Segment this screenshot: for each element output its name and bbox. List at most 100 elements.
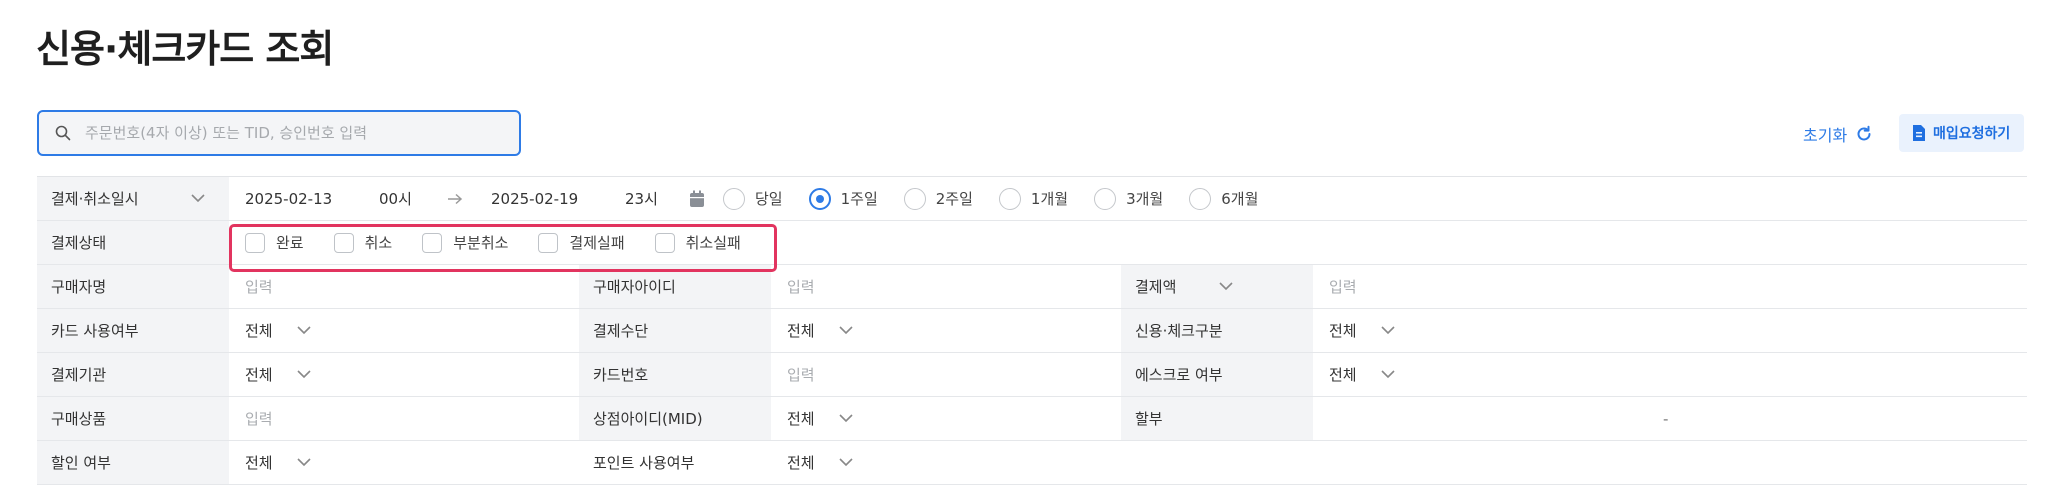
reset-label: 초기화 (1803, 126, 1848, 145)
period-label: 1개월 (1030, 190, 1069, 208)
chevron-down-icon (1381, 370, 1395, 379)
period-label: 3개월 (1126, 190, 1164, 208)
amount-type-select[interactable]: 결제액 (1121, 265, 1313, 308)
buyer-name-input[interactable]: 입력 (229, 265, 579, 308)
chevron-down-icon (1219, 282, 1233, 291)
card-number-input[interactable]: 입력 (771, 353, 1121, 396)
status-option-label: 부분취소 (453, 234, 509, 252)
status-values: 완료 취소 부분취소 결제실패 취소실패 (229, 221, 2027, 264)
period-radio-3month[interactable]: 3개월 (1094, 187, 1164, 210)
chevron-down-icon (1381, 326, 1395, 335)
period-label: 6개월 (1221, 190, 1259, 208)
status-checkbox-payment-fail[interactable]: 결제실패 (538, 232, 625, 253)
select-value: 전체 (1329, 366, 1357, 384)
calendar-icon[interactable] (689, 190, 705, 208)
end-hour-select[interactable]: 23시 (625, 188, 689, 209)
checkbox (422, 232, 443, 253)
radio-circle (998, 187, 1021, 210)
filter-row: 할인 여부 전체 포인트 사용여부 전체 (37, 441, 2027, 485)
amount-input[interactable]: 입력 (1313, 265, 1513, 308)
input-placeholder: 입력 (1329, 278, 1357, 296)
checkbox (654, 232, 675, 253)
status-checkbox-group: 완료 취소 부분취소 결제실패 취소실패 (245, 232, 771, 253)
payment-institution-select[interactable]: 전체 (229, 353, 579, 396)
status-option-label: 취소실패 (685, 234, 741, 252)
period-radio-1week[interactable]: 1주일 (808, 187, 878, 210)
select-value: 전체 (245, 322, 273, 340)
checkbox (245, 232, 265, 253)
filter-row: 구매상품 입력 상점아이디(MID) 전체 할부 - (37, 397, 2027, 441)
purchase-request-button[interactable]: 매입요청하기 (1899, 114, 2025, 152)
datetime-label: 결제·취소일시 (51, 190, 139, 208)
input-placeholder: 입력 (787, 278, 815, 296)
purchase-request-label: 매입요청하기 (1933, 126, 2011, 142)
start-hour-select[interactable]: 00시 (379, 188, 447, 209)
filter-label: 구매자아이디 (579, 265, 771, 308)
period-radio-group: 당일 1주일 2주일 1개월 3개월 6개월 (723, 187, 1284, 210)
escrow-select[interactable]: 전체 (1313, 353, 1663, 396)
filter-row-status: 결제상태 완료 취소 부분취소 결제실패 취소실패 (37, 221, 2027, 265)
period-label: 1주일 (840, 190, 878, 208)
arrow-right-icon (448, 193, 463, 204)
select-value: 전체 (1329, 322, 1357, 340)
status-option-label: 취소 (364, 234, 393, 252)
mid-select[interactable]: 전체 (771, 397, 1121, 440)
payment-method-select[interactable]: 전체 (771, 309, 1121, 352)
filter-label: 상점아이디(MID) (579, 397, 771, 440)
period-radio-2week[interactable]: 2주일 (903, 187, 973, 210)
select-value: 전체 (245, 454, 273, 472)
page-title: 신용·체크카드 조회 (36, 27, 334, 71)
filter-label: 구매자명 (37, 265, 229, 308)
status-option-label: 완료 (276, 234, 304, 252)
start-date-input[interactable]: 2025-02-13 (245, 190, 379, 208)
card-use-select[interactable]: 전체 (229, 309, 579, 352)
filter-label: 카드 사용여부 (37, 309, 229, 352)
chevron-down-icon (297, 370, 311, 379)
refresh-icon (1857, 125, 1871, 141)
filter-row-datetime: 결제·취소일시 2025-02-13 00시 2025-02-19 23시 당일… (37, 177, 2027, 221)
chevron-down-icon (297, 458, 311, 467)
discount-select[interactable]: 전체 (229, 441, 579, 484)
period-radio-today[interactable]: 당일 (723, 187, 783, 210)
filter-label: 신용·체크구분 (1121, 309, 1313, 352)
input-placeholder: 입력 (245, 278, 273, 296)
filter-label: 구매상품 (37, 397, 229, 440)
filter-row: 카드 사용여부 전체 결제수단 전체 신용·체크구분 전체 (37, 309, 2027, 353)
filter-row: 결제기관 전체 카드번호 입력 에스크로 여부 전체 (37, 353, 2027, 397)
chevron-down-icon (839, 414, 853, 423)
select-value: 전체 (787, 322, 815, 340)
filter-label: 할인 여부 (37, 441, 229, 484)
end-date-input[interactable]: 2025-02-19 (491, 190, 625, 208)
input-placeholder: 입력 (787, 366, 815, 384)
chevron-down-icon (839, 458, 853, 467)
filter-label: 결제액 (1135, 278, 1177, 296)
period-radio-1month[interactable]: 1개월 (998, 187, 1069, 210)
select-value: 전체 (787, 410, 815, 428)
status-checkbox-cancel[interactable]: 취소 (333, 232, 393, 253)
filter-label: 에스크로 여부 (1121, 353, 1313, 396)
date-range: 2025-02-13 00시 2025-02-19 23시 (245, 177, 723, 220)
status-checkbox-complete[interactable]: 완료 (245, 232, 304, 253)
status-label: 결제상태 (37, 221, 229, 264)
checkbox (538, 232, 559, 253)
status-option-label: 결제실패 (569, 234, 625, 252)
status-checkbox-partial-cancel[interactable]: 부분취소 (422, 232, 508, 253)
buyer-id-input[interactable]: 입력 (771, 265, 1121, 308)
filter-table: 결제·취소일시 2025-02-13 00시 2025-02-19 23시 당일… (37, 176, 2027, 485)
status-checkbox-cancel-fail[interactable]: 취소실패 (654, 232, 741, 253)
search-input[interactable] (85, 124, 485, 142)
search-box[interactable] (37, 110, 521, 156)
installment-value: - (1313, 397, 2027, 440)
radio-circle-selected (808, 187, 831, 210)
product-input[interactable]: 입력 (229, 397, 579, 440)
reset-button[interactable]: 초기화 (1803, 122, 1873, 146)
datetime-type-select[interactable]: 결제·취소일시 (37, 177, 229, 220)
chevron-down-icon (839, 326, 853, 335)
filter-label: 결제수단 (579, 309, 771, 352)
checkbox (333, 232, 354, 253)
point-use-select[interactable]: 전체 (771, 441, 1121, 484)
period-radio-6month[interactable]: 6개월 (1189, 187, 1259, 210)
chevron-down-icon (191, 194, 205, 203)
credit-check-select[interactable]: 전체 (1313, 309, 1663, 352)
datetime-values: 2025-02-13 00시 2025-02-19 23시 당일 1주일 2주일… (229, 177, 2027, 220)
